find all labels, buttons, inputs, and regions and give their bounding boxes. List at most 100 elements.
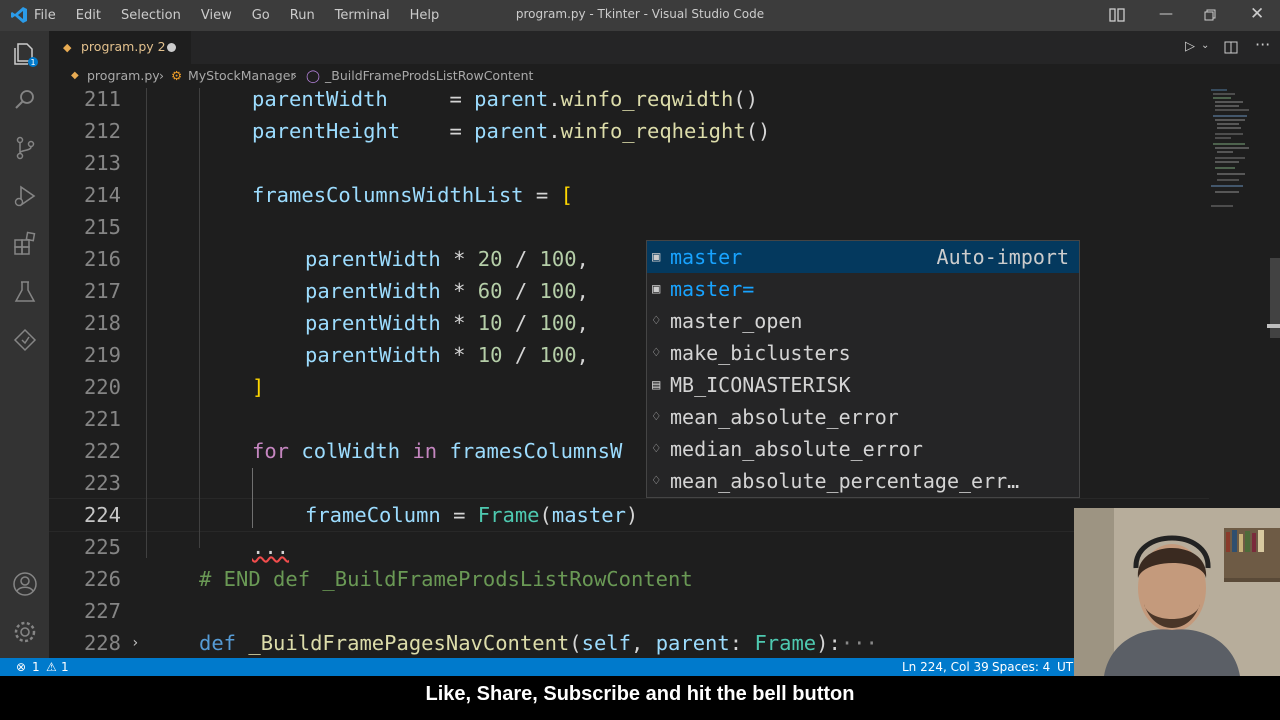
more-actions-icon[interactable]: ··· — [1255, 35, 1270, 54]
unsaved-dot-icon[interactable] — [167, 43, 176, 52]
scrollbar-cursor-marker — [1267, 324, 1280, 328]
python-file-icon: ◆ — [63, 41, 72, 54]
line-number: 214 — [83, 183, 121, 207]
line-number: 222 — [83, 439, 121, 463]
indent-guide — [146, 88, 147, 558]
webcam-overlay — [1074, 508, 1280, 676]
run-debug-icon[interactable] — [12, 183, 38, 209]
line-number: 220 — [83, 375, 121, 399]
line-number: 226 — [83, 567, 121, 591]
cursor-position[interactable]: Ln 224, Col 39 — [902, 660, 989, 674]
line-number: 223 — [83, 471, 121, 495]
line-number: 211 — [83, 88, 121, 111]
line-number: 217 — [83, 279, 121, 303]
suggestion-item[interactable]: ♢ median_absolute_error — [647, 433, 1079, 465]
code-line: framesColumnsWidthList = [ — [252, 183, 573, 207]
tab-program-py[interactable]: ◆ program.py 2 — [49, 31, 191, 64]
suggestion-item[interactable]: ♢ mean_absolute_error — [647, 401, 1079, 433]
code-line: parentWidth * 20 / 100, — [305, 247, 589, 271]
minimap-content — [1211, 89, 1249, 207]
suggestion-item[interactable]: ▣ master Auto-import — [647, 241, 1079, 273]
source-control-icon[interactable] — [12, 135, 38, 161]
split-editor-icon[interactable] — [1224, 41, 1238, 54]
warning-count[interactable]: 1 — [61, 660, 69, 674]
suggestion-item[interactable]: ♢ mean_absolute_percentage_err… — [647, 465, 1079, 497]
tab-label: program.py 2 — [81, 39, 166, 54]
breadcrumb-method[interactable]: _BuildFrameProdsListRowContent — [325, 68, 533, 83]
method-icon: ♢ — [652, 409, 661, 425]
breadcrumb-separator-icon: › — [159, 68, 164, 83]
suggestion-item[interactable]: ♢ master_open — [647, 305, 1079, 337]
indent-guide — [199, 88, 200, 548]
video-caption-bar: Like, Share, Subscribe and hit the bell … — [0, 676, 1280, 720]
line-number: 224 — [83, 503, 121, 527]
method-icon: ♢ — [652, 345, 661, 361]
editor-tab-bar: ◆ program.py 2 ▷ ⌄ ··· — [49, 31, 1280, 64]
code-line: def _BuildFramePagesNavContent(self, par… — [199, 631, 878, 655]
explorer-icon[interactable]: 1 — [12, 41, 38, 67]
suggestion-label: master — [670, 245, 743, 269]
minimize-button[interactable]: — — [1159, 6, 1173, 22]
suggestion-item[interactable]: ▤ MB_ICONASTERISK — [647, 369, 1079, 401]
suggestion-label: master= — [670, 277, 755, 301]
line-number: 225 — [83, 535, 121, 559]
suggestion-label: make_biclusters — [670, 341, 851, 365]
testing-icon[interactable] — [12, 279, 38, 305]
presenter-image — [1074, 508, 1280, 676]
breadcrumb-class[interactable]: MyStockManager — [188, 68, 296, 83]
line-number: 228 — [83, 631, 121, 655]
run-python-icon[interactable]: ▷ — [1185, 39, 1195, 54]
line-number: 218 — [83, 311, 121, 335]
indentation-setting[interactable]: Spaces: 4 — [992, 660, 1050, 674]
autocomplete-suggestions: ▣ master Auto-import ▣ master= ♢ master_… — [646, 240, 1080, 498]
svg-text:1: 1 — [30, 58, 35, 67]
accounts-icon[interactable] — [12, 571, 38, 597]
variable-icon: ▣ — [652, 249, 661, 265]
suggestion-item[interactable]: ♢ make_biclusters — [647, 337, 1079, 369]
run-dropdown-chevron-icon[interactable]: ⌄ — [1201, 40, 1209, 51]
suggestion-label: mean_absolute_error — [670, 405, 899, 429]
suggestion-item[interactable]: ▣ master= — [647, 273, 1079, 305]
error-count[interactable]: 1 — [32, 660, 40, 674]
code-line: ] — [252, 375, 265, 399]
code-line: parentHeight = parent.winfo_reqheight() — [252, 119, 771, 143]
indent-guide-active — [252, 468, 253, 528]
line-number: 216 — [83, 247, 121, 271]
warning-icon[interactable]: ⚠ — [46, 660, 57, 674]
code-line: parentWidth = parent.winfo_reqwidth() — [252, 88, 759, 111]
code-line: # END def _BuildFrameProdsListRowContent — [199, 567, 693, 591]
window-title: program.py - Tkinter - Visual Studio Cod… — [515, 7, 765, 21]
method-symbol-icon: ◯ — [306, 68, 320, 83]
line-number: 213 — [83, 151, 121, 175]
constant-icon: ▤ — [652, 377, 661, 393]
restore-button[interactable] — [1204, 9, 1216, 21]
settings-gear-icon[interactable] — [12, 619, 38, 645]
suggestion-label: MB_ICONASTERISK — [670, 373, 851, 397]
suggestion-label: mean_absolute_percentage_err… — [670, 469, 1020, 493]
line-number: 221 — [83, 407, 121, 431]
python-file-icon: ◆ — [71, 70, 79, 81]
line-number: 219 — [83, 343, 121, 367]
method-icon: ♢ — [652, 473, 661, 489]
code-line: frameColumn = Frame(master) — [305, 503, 639, 527]
breadcrumb-separator-icon: › — [292, 68, 297, 83]
fold-chevron-icon[interactable]: › — [131, 627, 139, 658]
method-icon: ♢ — [652, 313, 661, 329]
extensions-icon[interactable] — [12, 231, 38, 257]
layout-icon[interactable] — [1109, 8, 1125, 22]
close-button[interactable]: ✕ — [1250, 4, 1264, 24]
suggestion-label: median_absolute_error — [670, 437, 923, 461]
search-icon[interactable] — [12, 87, 38, 113]
suggestion-label: master_open — [670, 309, 803, 333]
remote-explorer-icon[interactable] — [12, 327, 38, 353]
breadcrumb: ◆ program.py › ⚙ MyStockManager › ◯ _Bui… — [49, 64, 1280, 88]
line-number: 212 — [83, 119, 121, 143]
breadcrumb-file[interactable]: program.py — [87, 68, 160, 83]
line-number: 227 — [83, 599, 121, 623]
caption-text: Like, Share, Subscribe and hit the bell … — [425, 683, 855, 705]
code-line: for colWidth in framesColumnsW — [252, 439, 623, 463]
error-icon[interactable]: ⊗ — [16, 660, 26, 674]
class-symbol-icon: ⚙ — [171, 68, 183, 83]
code-line: parentWidth * 10 / 100, — [305, 343, 589, 367]
code-line: parentWidth * 10 / 100, — [305, 311, 589, 335]
